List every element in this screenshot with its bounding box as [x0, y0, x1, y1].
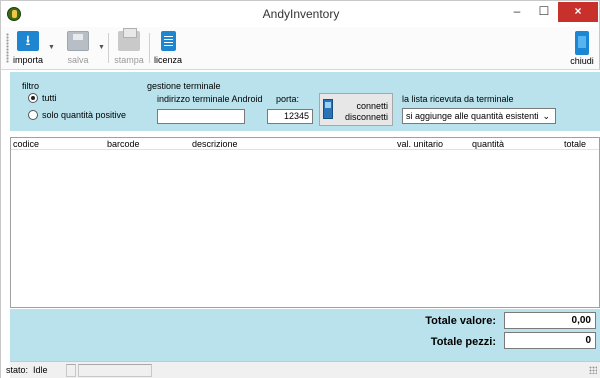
column-header-barcode[interactable]: barcode	[107, 139, 140, 149]
connect-button-text: connetti disconnetti	[336, 101, 388, 123]
status-label: stato:	[6, 365, 29, 375]
save-label: salva	[67, 55, 89, 65]
filter-positive-label: solo quantità positive	[42, 110, 127, 120]
save-dropdown-arrow-icon[interactable]: ▼	[98, 44, 105, 51]
port-label: porta:	[276, 94, 300, 104]
exit-door-icon	[575, 31, 589, 55]
toolbar-grip-icon[interactable]	[6, 33, 9, 63]
column-header-unit-value[interactable]: val. unitario	[397, 139, 443, 149]
status-panel	[78, 364, 152, 377]
chevron-down-icon: ⌄	[542, 111, 550, 121]
filter-all-label: tutti	[42, 93, 57, 103]
port-input[interactable]: 12345	[267, 109, 313, 124]
address-label: indirizzo terminale Android	[157, 94, 263, 104]
license-label: licenza	[153, 55, 182, 65]
toolbar: importa ▼ salva ▼ stampa licenza chiudi	[0, 27, 600, 70]
status-panel	[66, 364, 76, 377]
list-mode-select[interactable]: si aggiunge alle quantità esistenti ⌄	[402, 108, 556, 124]
filter-positive-radio[interactable]: solo quantità positive	[28, 110, 126, 120]
list-mode-label: la lista ricevuta da terminale	[402, 94, 514, 104]
status-label-cell: stato: Idle	[2, 364, 64, 377]
total-value-field: 0,00	[504, 312, 596, 329]
exit-button[interactable]: chiudi	[567, 31, 597, 68]
document-icon	[160, 31, 176, 51]
table-header: codice barcode descrizione val. unitario…	[11, 138, 599, 150]
window-left-border	[0, 70, 10, 378]
minimize-button[interactable]: –	[504, 2, 530, 22]
license-button[interactable]: licenza	[151, 31, 185, 68]
inventory-table[interactable]: codice barcode descrizione val. unitario…	[10, 137, 600, 308]
total-pieces-field: 0	[504, 332, 596, 349]
totals-panel: Totale valore: 0,00 Totale pezzi: 0	[10, 309, 600, 361]
exit-label: chiudi	[570, 56, 594, 66]
print-label: stampa	[114, 55, 144, 65]
list-mode-value: si aggiunge alle quantità esistenti	[406, 111, 539, 121]
title-bar: AndyInventory – ☐ ×	[0, 0, 600, 27]
import-label: importa	[12, 55, 43, 65]
filter-all-radio[interactable]: tutti	[28, 93, 57, 103]
resize-grip-icon[interactable]	[589, 366, 597, 374]
import-button[interactable]: importa	[11, 31, 45, 68]
radio-checked-icon	[28, 93, 38, 103]
connect-disconnect-button[interactable]: connetti disconnetti	[319, 93, 393, 126]
disconnect-label: disconnetti	[344, 112, 388, 122]
toolbar-separator	[149, 33, 150, 63]
radio-unchecked-icon	[28, 110, 38, 120]
status-value: Idle	[33, 365, 48, 375]
download-icon	[17, 31, 39, 51]
status-bar: stato: Idle	[6, 361, 600, 378]
close-window-button[interactable]: ×	[558, 2, 598, 22]
column-header-total[interactable]: totale	[564, 139, 586, 149]
column-header-quantity[interactable]: quantità	[472, 139, 504, 149]
print-button[interactable]: stampa	[111, 28, 147, 68]
printer-icon	[118, 28, 140, 51]
connect-label: connetti	[356, 101, 388, 111]
terminal-group-label: gestione terminale	[147, 81, 221, 91]
toolbar-separator	[108, 33, 109, 63]
terminal-device-icon	[323, 99, 333, 119]
android-address-input[interactable]	[157, 109, 245, 124]
total-value-label: Totale valore:	[425, 315, 496, 327]
maximize-button[interactable]: ☐	[531, 2, 557, 22]
floppy-disk-icon	[67, 31, 89, 51]
column-header-description[interactable]: descrizione	[192, 139, 238, 149]
total-pieces-label: Totale pezzi:	[430, 336, 496, 348]
column-header-code[interactable]: codice	[13, 139, 39, 149]
import-dropdown-arrow-icon[interactable]: ▼	[48, 44, 55, 51]
filter-group-label: filtro	[22, 81, 40, 91]
save-button[interactable]: salva	[59, 31, 97, 68]
